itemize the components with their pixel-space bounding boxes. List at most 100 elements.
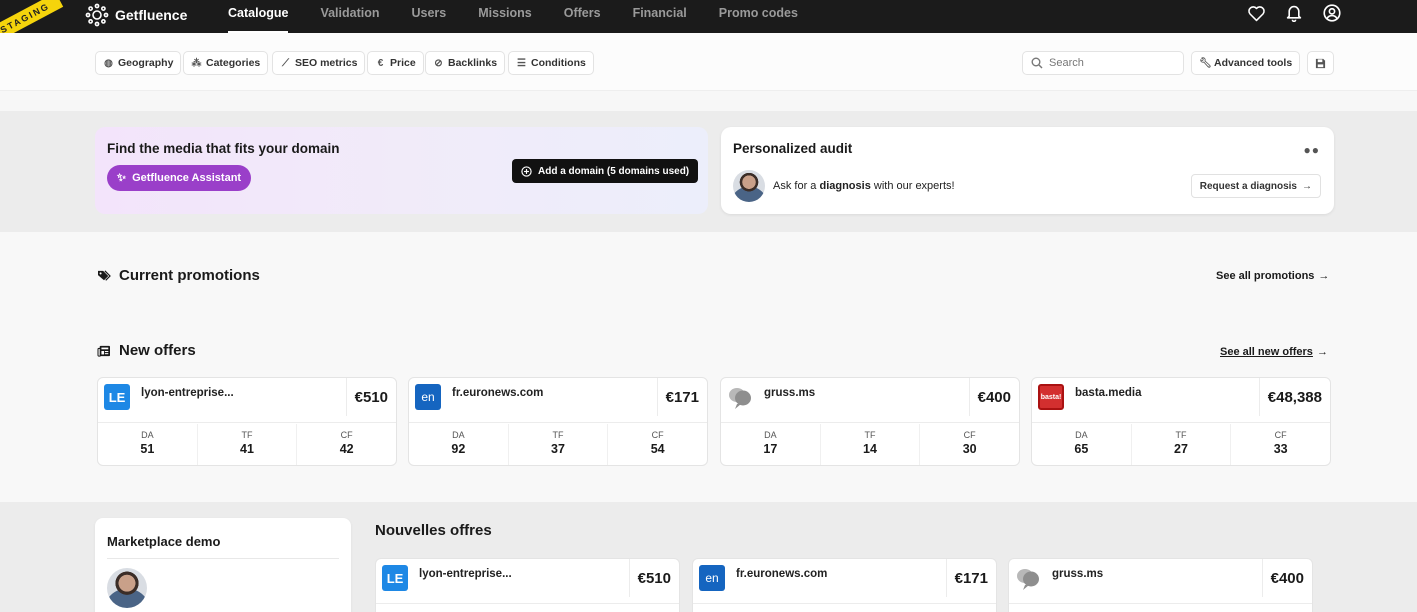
arrow-right-icon: → <box>1302 180 1312 192</box>
search-placeholder: Search <box>1049 57 1084 69</box>
nav-promo-codes[interactable]: Promo codes <box>703 0 814 33</box>
advanced-tools-button[interactable]: 🔧︎ Advanced tools <box>1191 51 1301 75</box>
stat-tf: TF 41 <box>198 424 298 465</box>
offer-card[interactable]: LE lyon-entreprise... €510 <box>375 558 680 612</box>
nav-financial[interactable]: Financial <box>617 0 703 33</box>
add-domain-button[interactable]: Add a domain (5 domains used) <box>512 159 699 183</box>
offer-card-header: LE lyon-entreprise... €510 <box>376 559 679 604</box>
offer-card[interactable]: basta! basta.media €48,388 DA 65 TF 27 CF 3… <box>1031 377 1331 466</box>
request-diagnosis-label: Request a diagnosis <box>1199 180 1297 192</box>
see-all-new-offers-label: See all new offers <box>1220 346 1313 358</box>
offer-card[interactable]: gruss.ms €400 DA 17 TF 14 CF 30 <box>720 377 1020 466</box>
stat-value: 65 <box>1074 442 1089 456</box>
site-name: gruss.ms <box>764 387 816 399</box>
see-all-new-offers-link[interactable]: See all new offers → <box>1220 346 1328 358</box>
save-icon <box>1315 58 1326 68</box>
categories-label: Categories <box>206 57 261 69</box>
nav-validation[interactable]: Validation <box>304 0 395 33</box>
add-domain-label: Add a domain (5 domains used) <box>538 165 690 177</box>
offer-stats: DA 17 TF 14 CF 30 <box>721 424 1019 465</box>
categories-filter-button[interactable]: ⁂ Categories <box>183 51 269 75</box>
promotions-header: Current promotions <box>97 267 260 284</box>
geography-filter-button[interactable]: ◍ Geography <box>95 51 182 75</box>
site-logo: LE <box>382 565 408 591</box>
site-logo: en <box>415 384 441 410</box>
seo-metrics-label: SEO metrics <box>295 57 358 69</box>
filter-bar: ◍ Geography ⁂ Categories ⟋ SEO metrics €… <box>0 33 1417 91</box>
marketplace-demo-card: Marketplace demo <box>95 518 351 612</box>
plus-circle-icon <box>521 165 532 177</box>
brand-logo[interactable]: Getfluence <box>85 3 187 27</box>
audit-title: Personalized audit <box>733 141 853 156</box>
save-button[interactable] <box>1307 51 1334 75</box>
stat-label: CF <box>651 430 664 440</box>
heart-icon[interactable] <box>1246 3 1266 23</box>
stat-label: DA <box>452 430 465 440</box>
search-input[interactable]: Search <box>1022 51 1184 75</box>
offer-card[interactable]: en fr.euronews.com €171 <box>692 558 997 612</box>
see-all-promotions-link[interactable]: See all promotions → <box>1216 270 1329 282</box>
site-name: lyon-entreprise... <box>419 568 512 580</box>
offer-card-header: en fr.euronews.com €171 <box>409 378 707 423</box>
promotions-title: Current promotions <box>119 267 260 284</box>
audit-text-bold: diagnosis <box>819 180 871 192</box>
conditions-filter-button[interactable]: ☰ Conditions <box>508 51 594 75</box>
site-name: lyon-entreprise... <box>141 387 234 399</box>
stat-value: 27 <box>1174 442 1188 456</box>
audit-row: Ask for a diagnosis with our experts! <box>733 170 955 202</box>
getfluence-assistant-button[interactable]: ✨︎ Getfluence Assistant <box>107 165 252 191</box>
offer-card-header: basta! basta.media €48,388 <box>1032 378 1330 423</box>
assistant-label: Getfluence Assistant <box>132 172 242 184</box>
expert-avatar <box>733 170 765 202</box>
newspaper-icon <box>97 345 110 357</box>
site-name: fr.euronews.com <box>452 387 544 399</box>
stat-label: TF <box>552 430 564 440</box>
offer-card[interactable]: en fr.euronews.com €171 DA 92 TF 37 CF 54 <box>408 377 708 466</box>
marketplace-demo-title: Marketplace demo <box>107 534 221 549</box>
offer-card[interactable]: LE lyon-entreprise... €510 DA 51 TF 41 CF 4… <box>97 377 397 466</box>
stat-label: TF <box>864 430 876 440</box>
nav-catalogue[interactable]: Catalogue <box>212 0 304 33</box>
offer-price: €400 <box>1261 559 1312 597</box>
new-offers-header: New offers <box>97 342 196 359</box>
nav-users[interactable]: Users <box>395 0 462 33</box>
getfluence-logo-icon <box>85 3 109 27</box>
offer-price: €171 <box>656 378 707 416</box>
categories-icon: ⁂ <box>191 57 202 69</box>
arrow-right-icon: → <box>1318 270 1330 282</box>
wrench-icon: 🔧︎ <box>1199 57 1212 69</box>
request-diagnosis-button[interactable]: Request a diagnosis → <box>1190 174 1321 198</box>
user-circle-icon[interactable] <box>1322 3 1342 23</box>
offer-price: €510 <box>345 378 396 416</box>
stat-label: TF <box>241 430 253 440</box>
top-navigation-bar: STAGING Getfluence Catalogue Validation … <box>0 0 1417 44</box>
sliders-icon: ☰ <box>517 57 526 69</box>
bell-icon[interactable] <box>1284 3 1304 23</box>
globe-icon: ◍ <box>104 57 113 69</box>
geography-label: Geography <box>118 57 174 69</box>
more-options-icon[interactable]: ●● <box>1304 143 1321 157</box>
offer-price: €510 <box>628 559 679 597</box>
main-menu: Catalogue Validation Users Missions Offe… <box>212 0 814 33</box>
stat-cf: CF 30 <box>920 424 1019 465</box>
find-media-card: Find the media that fits your domain ✨︎ … <box>95 127 708 214</box>
stat-value: 37 <box>551 442 565 456</box>
nav-missions[interactable]: Missions <box>462 0 548 33</box>
arrow-right-icon: → <box>1316 346 1328 358</box>
seo-metrics-filter-button[interactable]: ⟋ SEO metrics <box>272 51 366 75</box>
stat-label: DA <box>141 430 154 440</box>
price-filter-button[interactable]: € Price <box>367 51 424 75</box>
offer-card[interactable]: gruss.ms €400 <box>1008 558 1313 612</box>
stat-value: 92 <box>451 442 466 456</box>
divider <box>107 558 339 559</box>
nav-offers[interactable]: Offers <box>548 0 617 33</box>
stat-label: TF <box>1175 430 1187 440</box>
stat-value: 30 <box>962 442 977 456</box>
audit-text-suffix: with our experts! <box>870 180 955 192</box>
offer-stats: DA 51 TF 41 CF 42 <box>98 424 396 465</box>
advanced-tools-label: Advanced tools <box>1214 57 1293 69</box>
offer-stats: DA 92 TF 37 CF 54 <box>409 424 707 465</box>
price-label: Price <box>390 57 416 69</box>
backlinks-filter-button[interactable]: ⊘ Backlinks <box>425 51 506 75</box>
tags-icon <box>98 269 111 281</box>
